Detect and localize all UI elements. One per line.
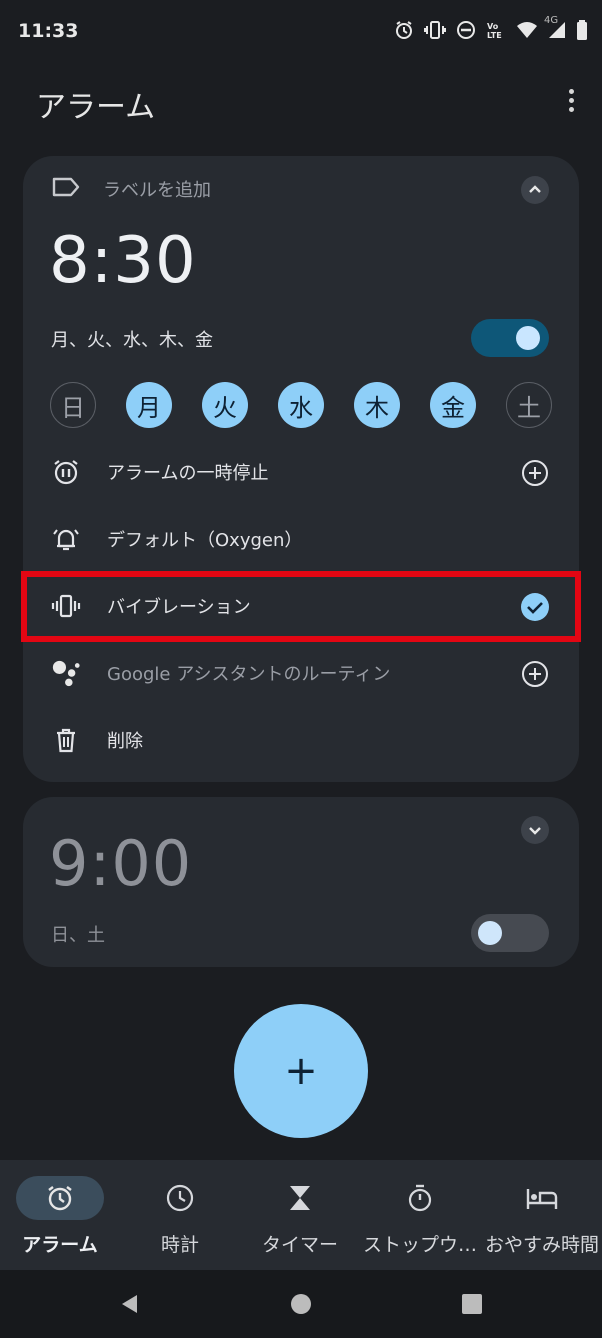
nav-clock-label: 時計	[160, 1234, 199, 1256]
chevron-up-icon	[529, 185, 541, 193]
chevron-down-icon	[529, 827, 541, 835]
delete-alarm-label: 削除	[107, 731, 143, 752]
day-sunday[interactable]: 日	[50, 382, 96, 428]
collapse-button[interactable]	[521, 176, 549, 204]
wifi-icon	[516, 21, 538, 43]
expand-button[interactable]	[521, 816, 549, 844]
nav-alarm-label: アラーム	[22, 1234, 98, 1256]
nav-timer[interactable]: タイマー	[240, 1160, 360, 1270]
alarm-sound-row[interactable]: デフォルト（Oxygen）	[23, 511, 579, 567]
nav-bedtime-label: おやすみ時間	[484, 1234, 599, 1256]
back-button[interactable]	[118, 1292, 142, 1316]
google-assistant-icon	[51, 658, 81, 688]
label-icon	[51, 176, 81, 202]
network-label: 4G	[544, 15, 559, 26]
page-title: アラーム	[36, 90, 156, 125]
alarm-toggle[interactable]	[471, 914, 549, 952]
add-circle-icon[interactable]	[520, 659, 550, 689]
alarm-toggle[interactable]	[471, 319, 549, 357]
day-saturday[interactable]: 土	[506, 382, 552, 428]
day-tuesday[interactable]: 火	[202, 382, 248, 428]
stopwatch-icon	[376, 1176, 464, 1220]
more-vert-dot	[568, 106, 574, 112]
nav-timer-label: タイマー	[261, 1234, 338, 1256]
bottom-navigation: アラーム 時計 タイマー ストップウ… おやすみ時間	[0, 1160, 602, 1270]
nav-stopwatch[interactable]: ストップウ…	[360, 1160, 480, 1270]
alarm-time[interactable]: 9:00	[49, 827, 192, 900]
day-thursday[interactable]: 木	[354, 382, 400, 428]
alarm-time[interactable]: 8:30	[49, 224, 197, 298]
alarm-days-summary: 日、土	[51, 925, 105, 946]
status-icons: Vo LTE 4G	[394, 15, 588, 44]
status-time: 11:33	[18, 20, 79, 42]
nav-clock[interactable]: 時計	[120, 1160, 240, 1270]
alarm-sound-label: デフォルト（Oxygen）	[107, 530, 303, 551]
day-wednesday[interactable]: 水	[278, 382, 324, 428]
alarm-icon	[16, 1176, 104, 1220]
nav-alarm[interactable]: アラーム	[0, 1160, 120, 1270]
assistant-routine-row[interactable]: Google アシスタントのルーティン	[23, 645, 579, 701]
nav-bedtime[interactable]: おやすみ時間	[482, 1160, 602, 1270]
day-monday[interactable]: 月	[126, 382, 172, 428]
add-circle-icon[interactable]	[520, 458, 550, 488]
toggle-knob	[516, 326, 540, 350]
home-circle-icon	[291, 1294, 311, 1314]
bed-icon	[498, 1176, 586, 1220]
vibrate-icon	[424, 20, 446, 44]
pause-alarm-row[interactable]: アラームの一時停止	[23, 444, 579, 500]
highlight-box	[21, 571, 581, 642]
day-friday[interactable]: 金	[430, 382, 476, 428]
alarm-icon	[394, 20, 414, 44]
clock-icon	[136, 1176, 224, 1220]
alarm-pause-icon	[51, 457, 81, 487]
alarm-card-expanded[interactable]: ラベルを追加 8:30 月、火、水、木、金 日 月 火 水 木 金 土 アラーム…	[23, 156, 579, 782]
pause-alarm-label: アラームの一時停止	[107, 463, 269, 484]
delete-alarm-row[interactable]: 削除	[23, 712, 579, 768]
recents-square-icon	[462, 1294, 482, 1314]
add-label-row[interactable]: ラベルを追加	[51, 176, 211, 202]
dnd-icon	[456, 20, 476, 44]
svg-text:Vo: Vo	[487, 22, 499, 31]
add-label-text: ラベルを追加	[103, 180, 211, 201]
battery-icon	[576, 20, 588, 44]
system-navigation-bar	[0, 1270, 602, 1338]
signal-4g-icon: 4G	[544, 15, 566, 43]
add-alarm-button[interactable]: +	[234, 1004, 368, 1138]
alarm-days-summary: 月、火、水、木、金	[51, 330, 213, 351]
more-vert-dot	[568, 97, 574, 103]
bell-icon	[51, 524, 81, 554]
weekday-selector: 日 月 火 水 木 金 土	[50, 382, 552, 428]
nav-stopwatch-label: ストップウ…	[362, 1234, 477, 1256]
status-bar: 11:33 Vo LTE 4G	[0, 0, 602, 64]
recents-button[interactable]	[460, 1292, 484, 1316]
alarm-card-collapsed[interactable]: 9:00 日、土	[23, 797, 579, 967]
back-triangle-icon	[122, 1295, 137, 1313]
assistant-routine-label: Google アシスタントのルーティン	[107, 664, 391, 685]
svg-text:LTE: LTE	[487, 31, 502, 40]
home-button[interactable]	[289, 1292, 313, 1316]
more-options-button[interactable]	[560, 84, 582, 116]
hourglass-icon	[256, 1176, 344, 1220]
trash-icon	[51, 725, 81, 755]
toggle-knob	[478, 921, 502, 945]
more-vert-icon	[568, 88, 574, 94]
volte-icon: Vo LTE	[486, 20, 506, 44]
